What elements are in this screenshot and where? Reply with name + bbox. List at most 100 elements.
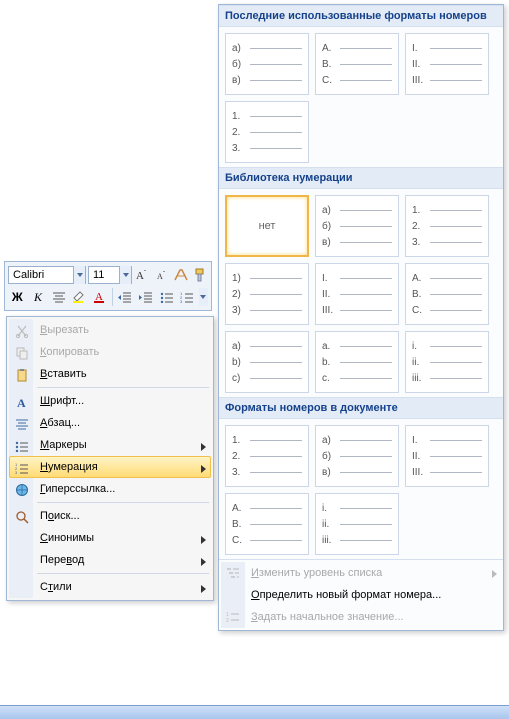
tile-line <box>250 346 302 347</box>
tile-number-label: ii. <box>322 519 336 530</box>
tile-number-label: A. <box>322 43 336 54</box>
toolbar-row-2: Ж К A 123 <box>7 286 209 308</box>
menu-item-search[interactable]: Поиск... <box>9 505 211 527</box>
increase-indent-icon[interactable] <box>137 287 156 307</box>
bold-icon[interactable]: Ж <box>8 287 27 307</box>
numbering-tile[interactable]: a.b.c. <box>315 331 399 393</box>
section-header-document: Форматы номеров в документе <box>219 397 503 419</box>
tile-line <box>430 226 482 227</box>
numbering-tile[interactable]: а)б)в) <box>315 195 399 257</box>
italic-icon[interactable]: К <box>29 287 48 307</box>
tile-row: I. <box>412 43 482 54</box>
menu-label: Абзац... <box>40 417 80 429</box>
numbering-dropdown-icon[interactable] <box>199 288 208 306</box>
tile-number-label: iii. <box>412 373 426 384</box>
tile-row: III. <box>412 467 482 478</box>
svg-text:A: A <box>136 270 144 282</box>
tile-line <box>250 48 302 49</box>
search-icon <box>14 509 30 525</box>
numbering-tile[interactable]: A.B.C. <box>225 493 309 555</box>
font-name-dropdown-icon[interactable] <box>73 266 85 284</box>
tile-row: ii. <box>322 519 392 530</box>
bullets-icon[interactable] <box>157 287 176 307</box>
menu-item-copy[interactable]: Копировать <box>9 341 211 363</box>
tile-number-label: б) <box>232 59 246 70</box>
numbering-tile[interactable]: A.B.C. <box>315 33 399 95</box>
tile-line <box>250 132 302 133</box>
tile-number-label: II. <box>412 59 426 70</box>
font-size-dropdown-icon[interactable] <box>119 266 131 284</box>
menu-item-styles[interactable]: Стили <box>9 576 211 598</box>
menu-item-font[interactable]: A Шрифт... <box>9 390 211 412</box>
menu-item-paragraph[interactable]: Абзац... <box>9 412 211 434</box>
tile-row: в) <box>232 75 302 86</box>
numbering-tile[interactable]: а) б) в) <box>225 33 309 95</box>
numbering-tile[interactable]: i.ii.iii. <box>405 331 489 393</box>
tile-row: I. <box>412 435 482 446</box>
tile-number-label: A. <box>412 273 426 284</box>
menu-item-bullets[interactable]: Маркеры <box>9 434 211 456</box>
format-painter-icon[interactable] <box>191 265 208 285</box>
tile-line <box>250 294 302 295</box>
font-size-value: 11 <box>89 269 119 281</box>
numbering-tile[interactable]: a)b)c) <box>225 331 309 393</box>
tile-line <box>430 278 482 279</box>
tile-line <box>430 210 482 211</box>
svg-text:ˇ: ˇ <box>163 272 165 278</box>
numbering-tile[interactable]: I.II.III. <box>405 33 489 95</box>
numbering-tile[interactable]: A.B.C. <box>405 263 489 325</box>
tile-row: 1. <box>412 205 482 216</box>
highlight-icon[interactable] <box>70 287 89 307</box>
menu-item-hyperlink[interactable]: Гиперссылка... <box>9 478 211 500</box>
menu-item-synonyms[interactable]: Синонимы <box>9 527 211 549</box>
tile-line <box>430 48 482 49</box>
tile-line <box>250 508 302 509</box>
tile-row: a. <box>322 341 392 352</box>
tile-row: а) <box>232 43 302 54</box>
separator-icon <box>112 288 113 306</box>
tile-line <box>430 346 482 347</box>
font-name-combo[interactable]: Calibri <box>8 266 86 284</box>
numbering-tile[interactable]: I.II.III. <box>315 263 399 325</box>
section-header-recent: Последние использованные форматы номеров <box>219 5 503 27</box>
tile-row: c. <box>322 373 392 384</box>
tile-line <box>340 440 392 441</box>
tile-line <box>340 242 392 243</box>
tile-number-label: 2. <box>232 127 246 138</box>
numbering-tile[interactable]: нет <box>225 195 309 257</box>
tile-row: 1. <box>232 111 302 122</box>
paragraph-icon <box>14 416 30 432</box>
font-color-icon[interactable]: A <box>91 287 110 307</box>
tile-row: 2. <box>412 221 482 232</box>
numbering-tile[interactable]: 1.2.3. <box>225 101 309 163</box>
menu-item-paste[interactable]: Вставить <box>9 363 211 385</box>
tile-number-label: ii. <box>412 357 426 368</box>
tile-line <box>340 48 392 49</box>
numbering-tile[interactable]: а)б)в) <box>315 425 399 487</box>
footer-define-new[interactable]: Определить новый формат номера... <box>221 584 501 606</box>
tile-row: а) <box>322 205 392 216</box>
tile-line <box>430 80 482 81</box>
menu-item-translate[interactable]: Перевод <box>9 549 211 571</box>
footer-set-value[interactable]: 12 Задать начальное значение... <box>221 606 501 628</box>
menu-label: Нумерация <box>40 461 98 473</box>
footer-change-level[interactable]: Изменить уровень списка <box>221 562 501 584</box>
numbering-icon[interactable]: 123 <box>178 287 197 307</box>
decrease-indent-icon[interactable] <box>116 287 135 307</box>
numbering-tile[interactable]: 1.2.3. <box>405 195 489 257</box>
menu-item-numbering[interactable]: 123 Нумерация <box>9 456 211 478</box>
numbering-tile[interactable]: i.ii.iii. <box>315 493 399 555</box>
numbering-tile[interactable]: I. II. III. <box>405 425 489 487</box>
tile-line <box>250 378 302 379</box>
paste-icon <box>14 367 30 383</box>
tile-number-label: II. <box>412 451 426 462</box>
tile-number-label: a. <box>322 341 336 352</box>
numbering-tile[interactable]: 1)2)3) <box>225 263 309 325</box>
menu-item-cut[interactable]: Вырезать <box>9 319 211 341</box>
numbering-tile[interactable]: 1.2.3. <box>225 425 309 487</box>
grow-font-icon[interactable]: Aˆ <box>134 265 151 285</box>
styles-icon[interactable] <box>172 265 189 285</box>
shrink-font-icon[interactable]: Aˇ <box>153 265 170 285</box>
align-center-icon[interactable] <box>49 287 68 307</box>
font-size-combo[interactable]: 11 <box>88 266 132 284</box>
